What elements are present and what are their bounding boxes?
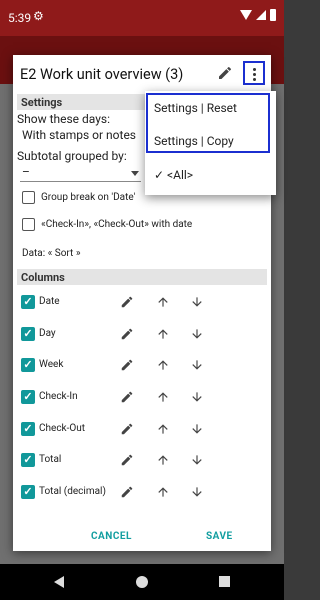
- checkin-checkout-date-label: «Check-In», «Check-Out» with date: [41, 219, 193, 230]
- pencil-icon[interactable]: [217, 65, 233, 81]
- menu-item-all-label: <All>: [167, 168, 194, 182]
- show-days-value[interactable]: With stamps or notes: [22, 128, 136, 142]
- recent-apps-icon[interactable]: [219, 576, 230, 587]
- checkmark-icon: ✓: [154, 168, 165, 182]
- signal-icon: [256, 10, 266, 20]
- column-label: Day: [39, 328, 56, 339]
- dialog-title: E2 Work unit overview (3): [20, 66, 184, 83]
- column-checkbox-check-out[interactable]: ✓: [21, 422, 35, 436]
- arrow-up-icon[interactable]: [156, 453, 170, 467]
- battery-icon: [270, 9, 276, 21]
- columns-section-header: Columns: [17, 269, 267, 285]
- arrow-down-icon[interactable]: [190, 295, 204, 309]
- column-label: Check-In: [39, 391, 78, 402]
- column-checkbox-check-in[interactable]: ✓: [21, 390, 35, 404]
- group-break-label: Group break on 'Date': [41, 192, 136, 203]
- menu-item-settings-reset[interactable]: Settings | Reset: [154, 101, 237, 115]
- pencil-icon[interactable]: [120, 390, 134, 404]
- settings-section-label: Settings: [21, 96, 63, 109]
- arrow-down-icon[interactable]: [190, 485, 204, 499]
- column-label: Total (decimal): [39, 486, 106, 497]
- column-label: Week: [39, 359, 64, 370]
- arrow-up-icon[interactable]: [156, 327, 170, 341]
- column-checkbox-total[interactable]: ✓: [21, 453, 35, 467]
- status-bar: 5:39 ⚙: [0, 0, 284, 36]
- column-checkbox-day[interactable]: ✓: [21, 327, 35, 341]
- arrow-down-icon[interactable]: [190, 453, 204, 467]
- cancel-button[interactable]: CANCEL: [91, 531, 132, 542]
- menu-item-all[interactable]: ✓ <All>: [154, 168, 193, 182]
- columns-section-label: Columns: [21, 271, 65, 284]
- arrow-down-icon[interactable]: [190, 327, 204, 341]
- checkin-checkout-date-checkbox[interactable]: [22, 218, 35, 231]
- back-icon[interactable]: [54, 576, 64, 588]
- pencil-icon[interactable]: [120, 358, 134, 372]
- column-label: Total: [39, 454, 62, 465]
- subtotal-dropdown-underline: [20, 181, 141, 182]
- home-icon[interactable]: [136, 576, 148, 588]
- arrow-down-icon[interactable]: [190, 422, 204, 436]
- pencil-icon[interactable]: [120, 422, 134, 436]
- arrow-up-icon[interactable]: [156, 295, 170, 309]
- subtotal-dropdown[interactable]: –: [22, 165, 30, 179]
- data-sort-link[interactable]: Data: « Sort »: [22, 248, 81, 259]
- chevron-down-icon[interactable]: [131, 171, 139, 176]
- pencil-icon[interactable]: [120, 327, 134, 341]
- arrow-up-icon[interactable]: [156, 390, 170, 404]
- menu-item-settings-copy[interactable]: Settings | Copy: [154, 134, 234, 148]
- subtotal-label: Subtotal grouped by:: [17, 149, 127, 163]
- arrow-up-icon[interactable]: [156, 485, 170, 499]
- more-vert-icon[interactable]: [243, 61, 265, 85]
- save-button[interactable]: SAVE: [206, 531, 233, 542]
- column-label: Check-Out: [39, 423, 86, 434]
- wifi-icon: [240, 10, 252, 20]
- column-label: Date: [39, 296, 60, 307]
- column-checkbox-date[interactable]: ✓: [21, 295, 35, 309]
- status-time: 5:39: [8, 11, 32, 25]
- arrow-down-icon[interactable]: [190, 358, 204, 372]
- overflow-popup-menu: Settings | Reset Settings | Copy ✓ <All>: [145, 91, 276, 195]
- column-checkbox-week[interactable]: ✓: [21, 358, 35, 372]
- pencil-icon[interactable]: [120, 453, 134, 467]
- pencil-icon[interactable]: [120, 485, 134, 499]
- group-break-checkbox[interactable]: [22, 191, 35, 204]
- arrow-down-icon[interactable]: [190, 390, 204, 404]
- gear-icon: ⚙: [33, 9, 44, 23]
- navigation-bar: [0, 564, 284, 600]
- arrow-up-icon[interactable]: [156, 422, 170, 436]
- pencil-icon[interactable]: [120, 295, 134, 309]
- column-checkbox-total-decimal[interactable]: ✓: [21, 485, 35, 499]
- arrow-up-icon[interactable]: [156, 358, 170, 372]
- show-days-label: Show these days:: [17, 112, 110, 126]
